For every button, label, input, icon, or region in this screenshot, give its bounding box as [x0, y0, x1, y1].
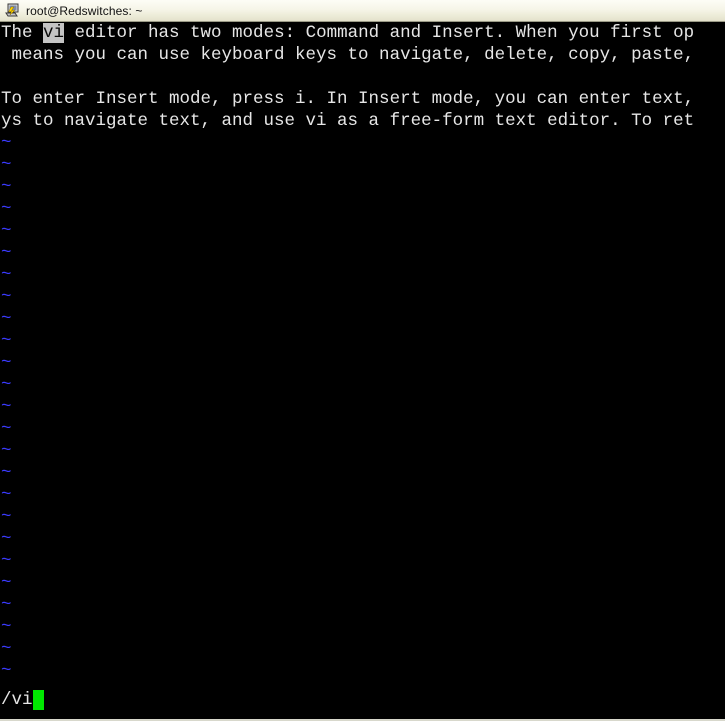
empty-line-marker: ~ [0, 132, 725, 154]
empty-line-marker: ~ [0, 220, 725, 242]
tilde-icon: ~ [1, 507, 12, 527]
window-title: root@Redswitches: ~ [26, 3, 143, 18]
empty-line-marker: ~ [0, 418, 725, 440]
text-line: To enter Insert mode, press i. In Insert… [0, 88, 725, 110]
block-cursor [32, 690, 44, 710]
tilde-icon: ~ [1, 551, 12, 571]
tilde-icon: ~ [1, 617, 12, 637]
tilde-icon: ~ [1, 221, 12, 241]
tilde-icon: ~ [1, 177, 12, 197]
empty-line-marker: ~ [0, 506, 725, 528]
empty-line-marker: ~ [0, 242, 725, 264]
empty-line-marker: ~ [0, 572, 725, 594]
text-segment [1, 67, 12, 87]
titlebar[interactable]: root@Redswitches: ~ [0, 0, 725, 22]
text-line: The vi editor has two modes: Command and… [0, 22, 725, 44]
tilde-icon: ~ [1, 265, 12, 285]
empty-line-marker: ~ [0, 594, 725, 616]
tilde-icon: ~ [1, 573, 12, 593]
text-line: means you can use keyboard keys to navig… [0, 44, 725, 66]
tilde-icon: ~ [1, 529, 12, 549]
empty-line-marker: ~ [0, 440, 725, 462]
text-segment: The [1, 23, 44, 43]
empty-line-marker: ~ [0, 396, 725, 418]
tilde-icon: ~ [1, 133, 12, 153]
empty-line-marker: ~ [0, 462, 725, 484]
text-segment: To enter Insert mode, press i. In Insert… [1, 89, 695, 109]
tilde-icon: ~ [1, 287, 12, 307]
putty-terminal-icon [5, 3, 19, 16]
command-line-prompt: / [1, 690, 12, 710]
empty-line-markers: ~ ~ ~ ~ ~ ~ ~ ~ ~ ~ ~ ~ ~ ~ ~ ~ ~ ~ ~ ~ ~ ~ ~ ~ ~ [0, 132, 725, 682]
tilde-icon: ~ [1, 661, 12, 681]
empty-line-marker: ~ [0, 330, 725, 352]
tilde-icon: ~ [1, 155, 12, 175]
terminal-screen[interactable]: The vi editor has two modes: Command and… [0, 22, 725, 721]
empty-line-marker: ~ [0, 484, 725, 506]
tilde-icon: ~ [1, 595, 12, 615]
tilde-icon: ~ [1, 353, 12, 373]
tilde-icon: ~ [1, 375, 12, 395]
text-segment: editor has two modes: Command and Insert… [64, 23, 695, 43]
empty-line-marker: ~ [0, 638, 725, 660]
tilde-icon: ~ [1, 441, 12, 461]
empty-line-marker: ~ [0, 198, 725, 220]
empty-line-marker: ~ [0, 528, 725, 550]
empty-line-marker: ~ [0, 286, 725, 308]
empty-line-marker: ~ [0, 154, 725, 176]
empty-line-marker: ~ [0, 176, 725, 198]
empty-line-marker: ~ [0, 264, 725, 286]
empty-line-marker: ~ [0, 308, 725, 330]
blank-line [0, 66, 725, 88]
text-segment: ys to navigate text, and use vi as a fre… [1, 111, 695, 131]
vi-command-line[interactable]: / vi [0, 689, 44, 711]
tilde-icon: ~ [1, 397, 12, 417]
tilde-icon: ~ [1, 639, 12, 659]
tilde-icon: ~ [1, 243, 12, 263]
text-segment: means you can use keyboard keys to navig… [1, 45, 695, 65]
search-match-highlight: vi [43, 23, 65, 43]
command-line-value: vi [11, 690, 33, 710]
empty-line-marker: ~ [0, 352, 725, 374]
tilde-icon: ~ [1, 309, 12, 329]
text-line: ys to navigate text, and use vi as a fre… [0, 110, 725, 132]
empty-line-marker: ~ [0, 616, 725, 638]
empty-line-marker: ~ [0, 550, 725, 572]
tilde-icon: ~ [1, 485, 12, 505]
tilde-icon: ~ [1, 199, 12, 219]
tilde-icon: ~ [1, 331, 12, 351]
empty-line-marker: ~ [0, 660, 725, 682]
empty-line-marker: ~ [0, 374, 725, 396]
tilde-icon: ~ [1, 419, 12, 439]
terminal-window: root@Redswitches: ~ The vi editor has tw… [0, 0, 725, 721]
tilde-icon: ~ [1, 463, 12, 483]
